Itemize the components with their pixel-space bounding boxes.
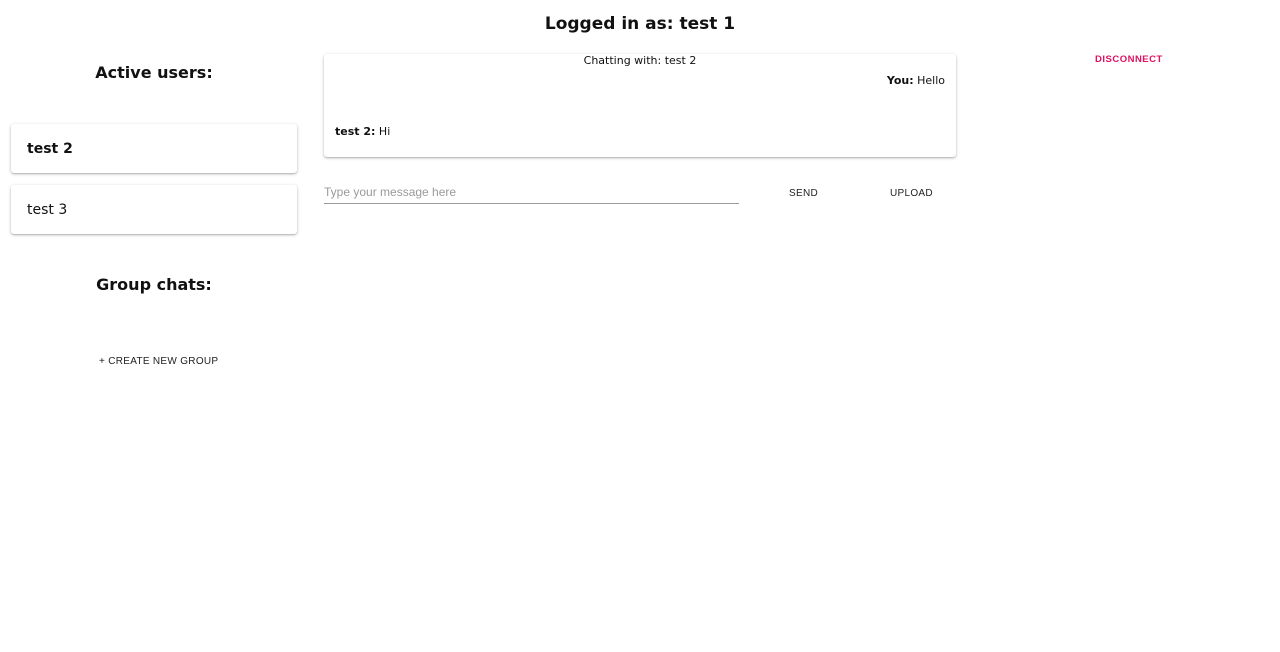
chat-header: Chatting with: test 2 [583, 54, 697, 67]
user-item-test-3[interactable]: test 3 [11, 185, 297, 234]
message-text: Hello [917, 74, 945, 87]
message-outgoing: You: Hello [887, 74, 945, 88]
create-group-button[interactable]: + CREATE NEW GROUP [99, 356, 218, 367]
message-sender: You: [886, 74, 914, 87]
group-chats-title: Group chats: [96, 275, 212, 294]
message-incoming: test 2: Hi [335, 125, 390, 139]
user-item-test-2[interactable]: test 2 [11, 124, 297, 173]
message-text: Hi [378, 125, 391, 138]
disconnect-button[interactable]: DISCONNECT [1095, 54, 1163, 65]
logged-in-title: Logged in as: test 1 [544, 14, 736, 34]
active-users-title: Active users: [95, 63, 213, 82]
chat-app: Logged in as: test 1 Active users: test … [0, 0, 1280, 652]
send-button[interactable]: SEND [789, 188, 818, 199]
user-item-label: test 3 [27, 201, 68, 218]
user-item-label: test 2 [27, 140, 73, 157]
chat-panel: Chatting with: test 2 You: Hello test 2:… [324, 54, 956, 157]
upload-button[interactable]: UPLOAD [890, 188, 933, 199]
message-input[interactable] [324, 180, 739, 204]
message-sender: test 2: [335, 125, 376, 138]
